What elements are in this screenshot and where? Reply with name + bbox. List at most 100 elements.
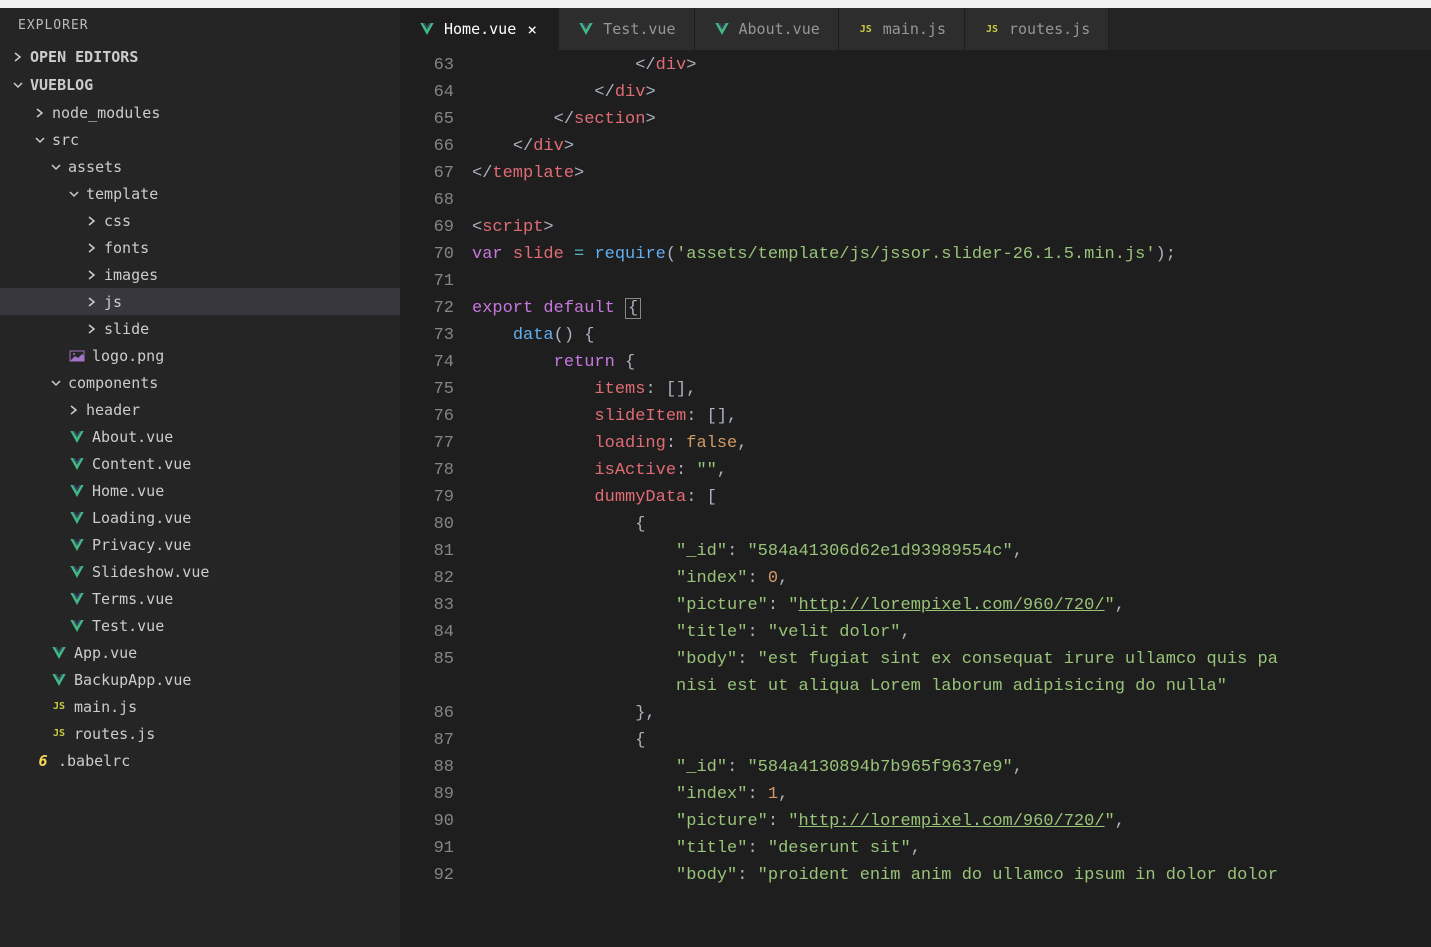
code-line[interactable]: "_id": "584a4130894b7b965f9637e9",	[472, 754, 1431, 781]
code-line[interactable]: data() {	[472, 322, 1431, 349]
code-line[interactable]: "_id": "584a41306d62e1d93989554c",	[472, 538, 1431, 565]
tree-item-label: header	[86, 401, 140, 419]
code-line[interactable]: "title": "velit dolor",	[472, 619, 1431, 646]
code-line[interactable]: return {	[472, 349, 1431, 376]
tree-item[interactable]: 6.babelrc	[0, 747, 400, 774]
code-line[interactable]: isActive: "",	[472, 457, 1431, 484]
code-line[interactable]: "body": "proident enim anim do ullamco i…	[472, 862, 1431, 889]
tree-item-label: routes.js	[74, 725, 155, 743]
tree-item[interactable]: src	[0, 126, 400, 153]
code-line[interactable]: <script>	[472, 214, 1431, 241]
tree-item[interactable]: Home.vue	[0, 477, 400, 504]
code-line[interactable]: dummyData: [	[472, 484, 1431, 511]
line-number: 66	[400, 133, 454, 160]
tree-item[interactable]: node_modules	[0, 99, 400, 126]
code-line[interactable]: </section>	[472, 106, 1431, 133]
code-line[interactable]: "title": "deserunt sit",	[472, 835, 1431, 862]
code-line[interactable]: slideItem: [],	[472, 403, 1431, 430]
tree-item[interactable]: logo.png	[0, 342, 400, 369]
code-line[interactable]: </div>	[472, 133, 1431, 160]
code-line[interactable]: "picture": "http://lorempixel.com/960/72…	[472, 808, 1431, 835]
code-line[interactable]	[472, 268, 1431, 295]
tree-item-label: assets	[68, 158, 122, 176]
line-number: 89	[400, 781, 454, 808]
chevron-down-icon	[68, 188, 80, 200]
code-line[interactable]: "index": 0,	[472, 565, 1431, 592]
chevron-right-icon	[34, 107, 46, 119]
editor-tab[interactable]: About.vue	[695, 8, 839, 50]
code-line[interactable]: var slide = require('assets/template/js/…	[472, 241, 1431, 268]
code-line[interactable]: export default {	[472, 295, 1431, 322]
project-section[interactable]: VUEBLOG	[0, 71, 400, 99]
tree-item[interactable]: fonts	[0, 234, 400, 261]
code-line[interactable]: {	[472, 511, 1431, 538]
chevron-down-icon	[12, 79, 24, 91]
tree-item[interactable]: JSmain.js	[0, 693, 400, 720]
code-line[interactable]: "body": "est fugiat sint ex consequat ir…	[472, 646, 1431, 673]
code-line[interactable]	[472, 187, 1431, 214]
chevron-down-icon	[50, 161, 62, 173]
line-number: 84	[400, 619, 454, 646]
tree-item[interactable]: template	[0, 180, 400, 207]
vue-icon	[68, 482, 86, 500]
line-number: 67	[400, 160, 454, 187]
tree-item[interactable]: JS routes.js	[0, 720, 400, 747]
line-number: 68	[400, 187, 454, 214]
tab-label: About.vue	[739, 20, 820, 38]
tree-item[interactable]: Test.vue	[0, 612, 400, 639]
code-line[interactable]: items: [],	[472, 376, 1431, 403]
chevron-right-icon	[86, 242, 98, 254]
open-editors-section[interactable]: OPEN EDITORS	[0, 43, 400, 71]
code-line[interactable]: </div>	[472, 52, 1431, 79]
code-line[interactable]: loading: false,	[472, 430, 1431, 457]
line-number: 77	[400, 430, 454, 457]
editor-area: Home.vue×Test.vue About.vue JSmain.jsJSrou…	[400, 8, 1431, 947]
tree-item[interactable]: BackupApp.vue	[0, 666, 400, 693]
line-gutter: 6364656667686970717273747576777879808182…	[400, 50, 472, 947]
tree-item[interactable]: header	[0, 396, 400, 423]
editor-tab[interactable]: JSmain.js	[839, 8, 965, 50]
code-line[interactable]: nisi est ut aliqua Lorem laborum adipisi…	[472, 673, 1431, 700]
close-icon[interactable]: ×	[524, 21, 540, 37]
project-label: VUEBLOG	[30, 76, 93, 94]
tree-item[interactable]: Terms.vue	[0, 585, 400, 612]
code-line[interactable]: "picture": "http://lorempixel.com/960/72…	[472, 592, 1431, 619]
tree-item[interactable]: css	[0, 207, 400, 234]
tree-item[interactable]: About.vue	[0, 423, 400, 450]
editor-tab[interactable]: JSroutes.js	[965, 8, 1109, 50]
tree-item-label: Loading.vue	[92, 509, 191, 527]
tree-item-label: Content.vue	[92, 455, 191, 473]
js-icon: JS	[50, 725, 68, 743]
vue-icon	[68, 617, 86, 635]
tree-item-label: images	[104, 266, 158, 284]
editor-tab[interactable]: Test.vue	[559, 8, 694, 50]
tree-item[interactable]: assets	[0, 153, 400, 180]
code-line[interactable]: </div>	[472, 79, 1431, 106]
line-number: 80	[400, 511, 454, 538]
code-content[interactable]: </div> </div> </section> </div></templat…	[472, 50, 1431, 947]
tree-item[interactable]: App.vue	[0, 639, 400, 666]
vue-icon	[50, 644, 68, 662]
tree-item[interactable]: Content.vue	[0, 450, 400, 477]
chevron-right-icon	[12, 51, 24, 63]
code-area[interactable]: 6364656667686970717273747576777879808182…	[400, 50, 1431, 947]
code-line[interactable]: },	[472, 700, 1431, 727]
tree-item[interactable]: Privacy.vue	[0, 531, 400, 558]
tree-item[interactable]: slide	[0, 315, 400, 342]
code-line[interactable]: "index": 1,	[472, 781, 1431, 808]
tree-item[interactable]: js	[0, 288, 400, 315]
code-line[interactable]: </template>	[472, 160, 1431, 187]
tree-item-label: App.vue	[74, 644, 137, 662]
tree-item-label: template	[86, 185, 158, 203]
code-line[interactable]: {	[472, 727, 1431, 754]
tree-item[interactable]: Slideshow.vue	[0, 558, 400, 585]
window-top-bar	[0, 0, 1431, 8]
tree-item[interactable]: images	[0, 261, 400, 288]
editor-tab[interactable]: Home.vue×	[400, 8, 559, 50]
tree-item[interactable]: components	[0, 369, 400, 396]
vue-icon	[68, 563, 86, 581]
file-tree: node_modulessrc assets template cssfonts ima…	[0, 99, 400, 774]
tree-item-label: About.vue	[92, 428, 173, 446]
tree-item[interactable]: Loading.vue	[0, 504, 400, 531]
line-number: 71	[400, 268, 454, 295]
